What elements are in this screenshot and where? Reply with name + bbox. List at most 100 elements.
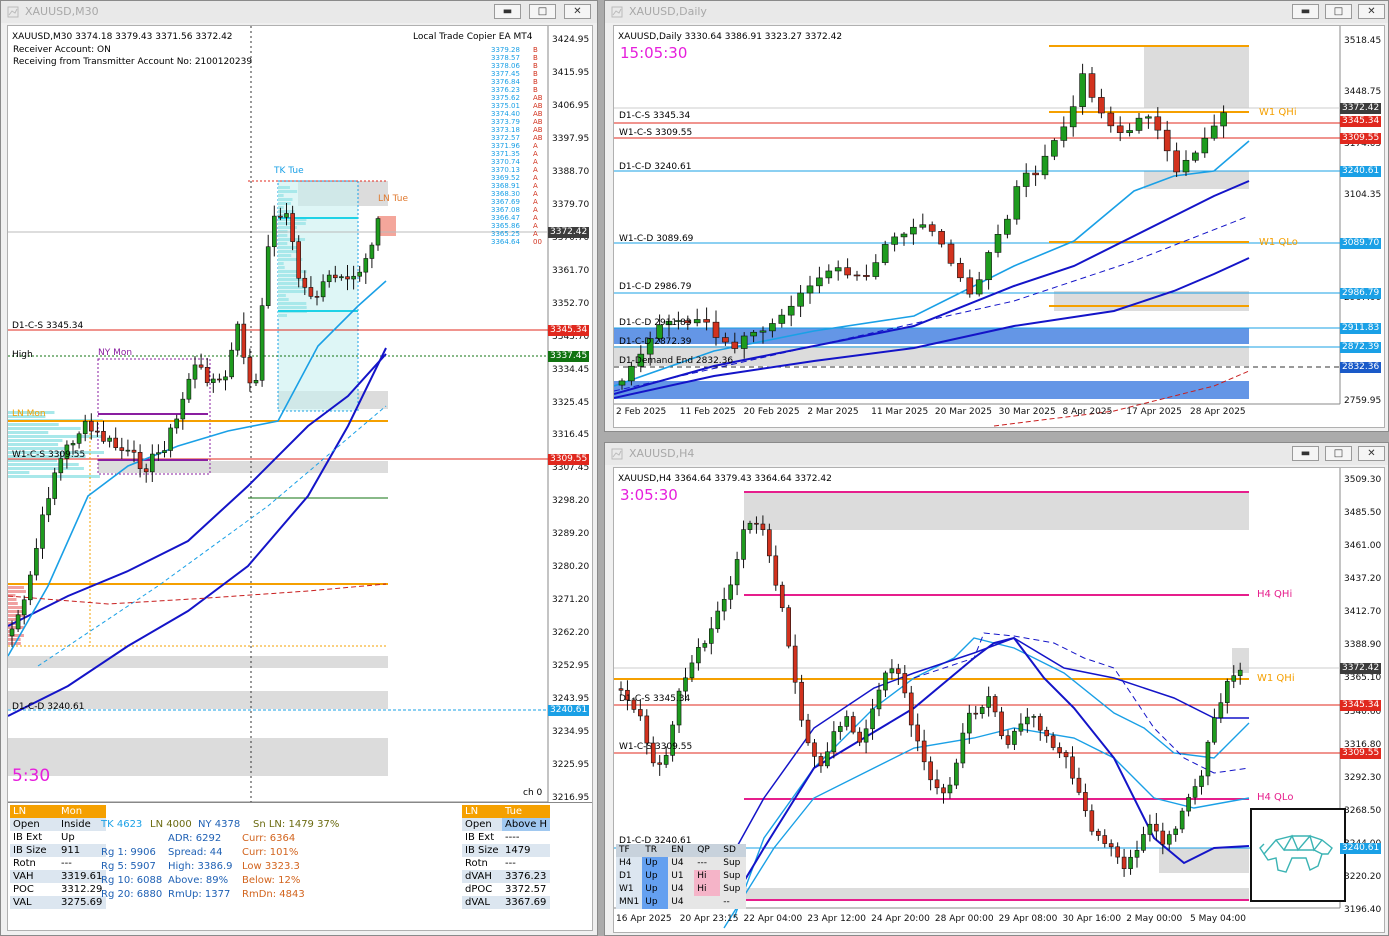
price-label[interactable]: 3089.70 (1340, 238, 1382, 249)
transmitter-status: Receiving from Transmitter Account No: 2… (13, 57, 253, 67)
titlebar-m30[interactable]: XAUUSD,M30 ▬ □ ✕ (1, 1, 597, 23)
price-label[interactable]: 2986.79 (1340, 288, 1382, 299)
close-button[interactable]: ✕ (1358, 446, 1385, 461)
close-button[interactable]: ✕ (564, 4, 591, 19)
candle-body (223, 376, 228, 381)
ea-label: Local Trade Copier EA MT4 (413, 32, 533, 42)
daily-plot (614, 26, 1341, 427)
candle-body (253, 379, 259, 384)
candle-body (928, 224, 936, 232)
volume-profile-bar (278, 286, 307, 289)
chart-m30[interactable]: XAUUSD,M30 3374.18 3379.43 3371.56 3372.… (7, 25, 593, 931)
time-tick: 23 Apr 12:00 (807, 914, 867, 924)
titlebar-daily[interactable]: XAUUSD,Daily ▬ □ ✕ (605, 1, 1388, 23)
volume-profile-bar (278, 282, 298, 285)
stat-curr2: Curr: 101% (242, 847, 299, 858)
window-daily[interactable]: XAUUSD,Daily ▬ □ ✕ XAUUSD,Daily 3330.64 … (604, 0, 1389, 432)
price-label[interactable]: 3372.42 (548, 227, 590, 238)
candle-body (863, 275, 870, 277)
candle-body (618, 688, 624, 691)
candle-body (1098, 97, 1105, 114)
candle-body (211, 378, 216, 383)
price-label[interactable]: 3240.61 (1340, 843, 1382, 854)
candle-body (900, 233, 908, 238)
price-label[interactable]: 2872.39 (1340, 342, 1382, 353)
minimize-button[interactable]: ▬ (1292, 4, 1319, 19)
candle-body (792, 645, 798, 683)
candle-body (966, 277, 974, 295)
price-label[interactable]: 2911.83 (1340, 323, 1382, 334)
price-label[interactable]: 3372.42 (1340, 103, 1382, 114)
time-tick: 28 Apr 00:00 (934, 914, 994, 924)
price-label[interactable]: 3309.55 (548, 454, 590, 465)
candle-body (1192, 152, 1199, 161)
candle-body (1231, 675, 1237, 682)
price-label[interactable]: 3345.34 (548, 325, 590, 336)
trend-cell: U4 (668, 896, 695, 909)
price-label[interactable]: 2832.36 (1340, 362, 1382, 373)
candle-body (825, 270, 833, 279)
price-tick: 3252.95 (552, 661, 590, 672)
candle-body (357, 271, 363, 277)
window-m30[interactable]: XAUUSD,M30 ▬ □ ✕ XAUUSD,M30 3374.18 3379… (0, 0, 598, 936)
stats-row: dVAL 3367.69 (462, 896, 551, 909)
chart-h4[interactable]: XAUUSD,H4 3364.64 3379.43 3364.64 3372.4… (613, 467, 1385, 933)
volume-profile-bar (278, 314, 288, 317)
dom-tag: B (533, 86, 538, 94)
stat-spread: Spread: 44 (168, 847, 223, 858)
gray-zone (8, 738, 388, 776)
candle-body (721, 599, 727, 612)
dom-price: 3368.30 (491, 190, 520, 198)
candle-body (786, 607, 791, 647)
candle-body (1205, 741, 1211, 777)
demand-zone (614, 328, 1249, 344)
stats-cell: 3312.29 (58, 883, 106, 896)
gray-zone (744, 888, 1249, 900)
time-tick: 2 Mar 2025 (807, 407, 859, 417)
maximize-button[interactable]: □ (1325, 446, 1352, 461)
stats-row: POC 3312.29 (10, 883, 106, 896)
price-label[interactable]: 3345.34 (1340, 700, 1382, 711)
candle-body (1004, 218, 1011, 235)
price-label[interactable]: 3372.42 (1340, 663, 1382, 674)
candle-body (1160, 830, 1166, 845)
candle-body (960, 732, 966, 764)
price-label[interactable]: 3240.61 (1340, 166, 1382, 177)
label-tk-tue: TK Tue (274, 166, 304, 176)
minimize-button[interactable]: ▬ (494, 4, 521, 19)
candle-body (947, 784, 953, 794)
maximize-button[interactable]: □ (1325, 4, 1352, 19)
volume-profile-bar (8, 427, 81, 430)
candle-body (1179, 810, 1185, 830)
minimize-button[interactable]: ▬ (1292, 446, 1319, 461)
dom-tag: A (533, 142, 538, 150)
dom-price: 3375.01 (491, 102, 520, 110)
titlebar-h4[interactable]: XAUUSD,H4 ▬ □ ✕ (605, 443, 1388, 465)
stats-cell: POC (10, 883, 58, 896)
dom-tag: B (533, 70, 538, 78)
price-label[interactable]: 3337.45 (548, 351, 590, 362)
candle-body (992, 696, 998, 713)
price-label[interactable]: 3345.34 (1340, 116, 1382, 127)
candle-body (76, 433, 82, 444)
candle-body (712, 321, 720, 338)
candle-body (174, 418, 179, 429)
price-label[interactable]: 3240.61 (548, 705, 590, 716)
candle-body (192, 364, 198, 380)
label-demand: D1-Demand End 2832.36 (619, 356, 734, 366)
price-label[interactable]: 3309.55 (1340, 133, 1382, 144)
candle-body (844, 267, 851, 276)
close-button[interactable]: ✕ (1358, 4, 1385, 19)
window-h4[interactable]: XAUUSD,H4 ▬ □ ✕ XAUUSD,H4 3364.64 3379.4… (604, 442, 1389, 936)
candle-body (156, 452, 161, 455)
stats-cell: IB Size (462, 844, 502, 857)
stats-row: Open Inside (10, 818, 106, 831)
price-tick: 3298.20 (552, 496, 590, 507)
candle-body (46, 498, 51, 516)
volume-profile-bar (278, 250, 298, 253)
maximize-button[interactable]: □ (529, 4, 556, 19)
candle-body (657, 762, 663, 765)
candle-body (52, 472, 58, 499)
chart-daily[interactable]: XAUUSD,Daily 3330.64 3386.91 3323.27 337… (613, 25, 1385, 428)
price-label[interactable]: 3309.55 (1340, 748, 1382, 759)
